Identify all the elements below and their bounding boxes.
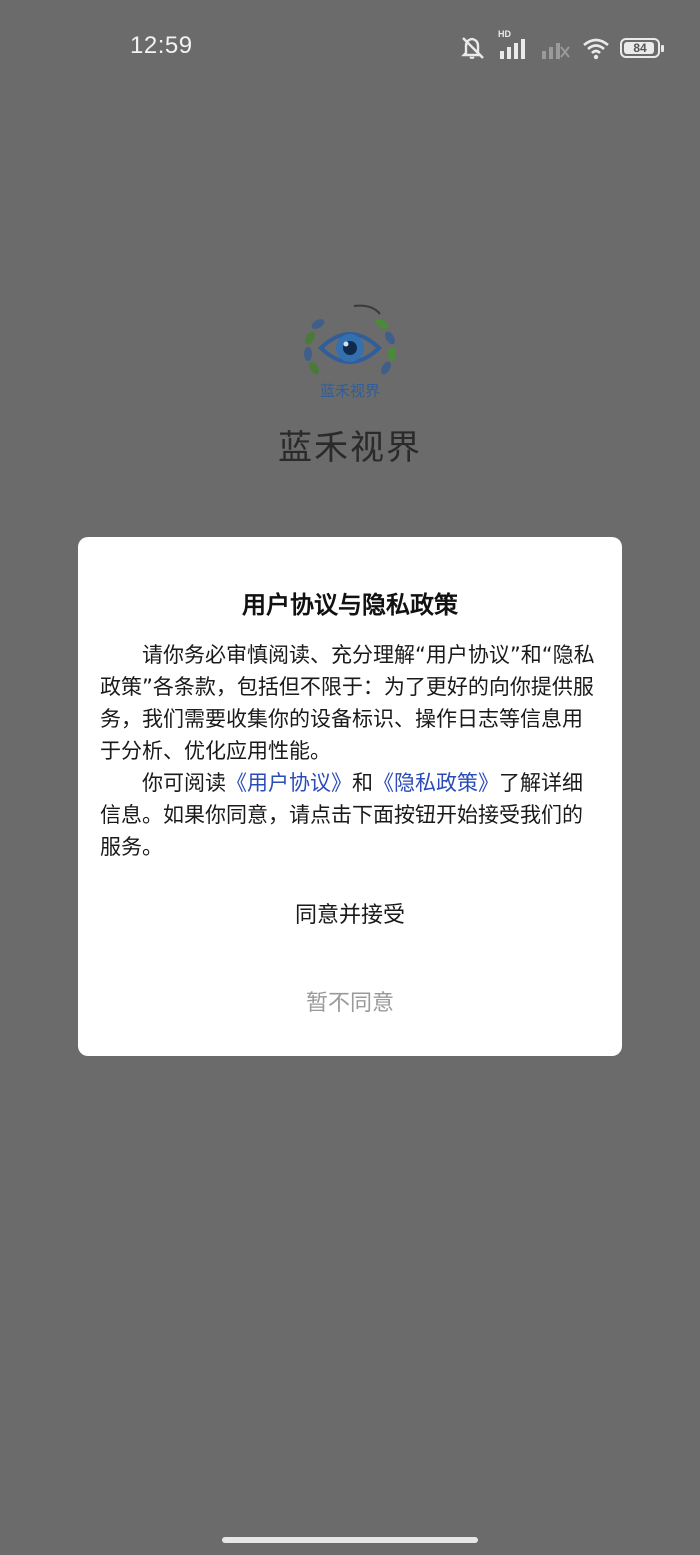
para2-prefix: 你可阅读 [142,771,226,795]
para2-and: 和 [352,771,373,795]
home-indicator[interactable] [222,1537,478,1543]
app-name: 蓝禾视界 [278,428,422,468]
app-logo: 蓝禾视界 [298,298,402,402]
logo-text: 蓝禾视界 [320,382,380,400]
dialog-body: 请你务必审慎阅读、充分理解“用户协议”和“隐私政策”各条款，包括但不限于：为了更… [100,639,602,863]
signal-icon: HD [498,29,530,61]
user-agreement-link[interactable]: 《用户协议》 [226,771,352,795]
dialog-paragraph-2: 你可阅读《用户协议》和《隐私政策》了解详细信息。如果你同意，请点击下面按钮开始接… [100,767,602,863]
agree-button[interactable]: 同意并接受 [78,897,622,929]
battery-level: 84 [633,41,647,55]
status-time: 12:59 [130,32,193,59]
dialog-title: 用户协议与隐私政策 [242,591,458,619]
status-bar: 12:59 HD 84 [0,0,700,96]
privacy-dialog: 用户协议与隐私政策 请你务必审慎阅读、充分理解“用户协议”和“隐私政策”各条款，… [78,537,622,1056]
mute-icon [460,35,488,61]
wifi-icon [582,36,610,60]
status-icons: HD 84 [460,29,664,62]
privacy-policy-link[interactable]: 《隐私政策》 [373,771,499,795]
disagree-button[interactable]: 暂不同意 [78,985,622,1017]
network-label: HD [498,29,511,39]
battery-icon: 84 [620,38,664,58]
dialog-paragraph-1: 请你务必审慎阅读、充分理解“用户协议”和“隐私政策”各条款，包括但不限于：为了更… [100,643,595,763]
signal-weak-icon [540,35,572,61]
